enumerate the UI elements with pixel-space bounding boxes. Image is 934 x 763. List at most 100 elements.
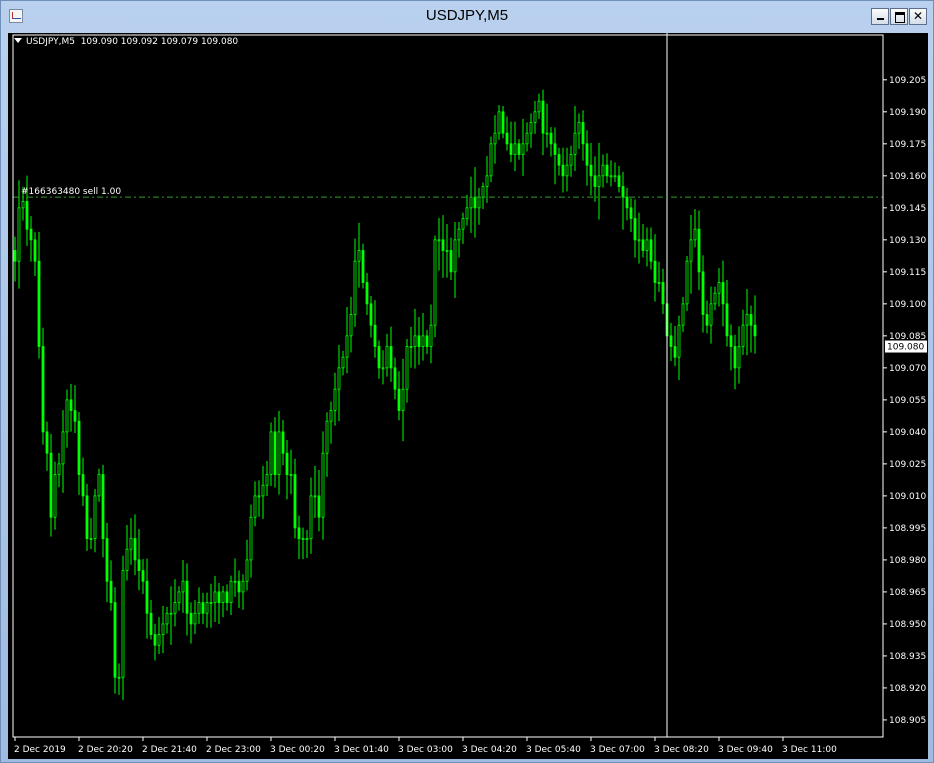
- candle-body[interactable]: [265, 474, 269, 486]
- candle-body[interactable]: [713, 292, 717, 305]
- chart-area[interactable]: #166363480 sell 1.00 109.205 109.190 109.1…: [8, 33, 928, 759]
- candle-body[interactable]: [257, 495, 261, 498]
- candle-body[interactable]: [493, 132, 497, 145]
- candle-body[interactable]: [301, 538, 305, 540]
- candle-body[interactable]: [93, 495, 97, 539]
- candle-body[interactable]: [597, 175, 601, 187]
- candle-body[interactable]: [173, 602, 177, 614]
- candle-body[interactable]: [553, 143, 557, 155]
- candle-body[interactable]: [289, 474, 293, 476]
- candle-body[interactable]: [245, 559, 249, 582]
- candle-body[interactable]: [17, 207, 21, 262]
- candle-body[interactable]: [97, 474, 101, 497]
- candle-body[interactable]: [321, 452, 325, 518]
- candle-body[interactable]: [69, 399, 73, 411]
- candle-body[interactable]: [657, 282, 661, 284]
- candle-body[interactable]: [525, 132, 529, 145]
- candle-body[interactable]: [573, 132, 577, 155]
- candle-body[interactable]: [569, 154, 573, 166]
- candle-body[interactable]: [117, 676, 121, 679]
- candle-body[interactable]: [533, 111, 537, 123]
- candle-body[interactable]: [205, 602, 209, 614]
- candle-body[interactable]: [201, 602, 205, 614]
- candle-body[interactable]: [361, 250, 365, 283]
- candle-body[interactable]: [469, 196, 473, 209]
- candle-body[interactable]: [581, 122, 585, 145]
- candle-body[interactable]: [73, 410, 77, 422]
- candle-body[interactable]: [109, 580, 113, 603]
- candle-body[interactable]: [129, 538, 133, 550]
- candle-body[interactable]: [741, 324, 745, 347]
- candle-body[interactable]: [621, 186, 625, 198]
- candle-body[interactable]: [273, 431, 277, 475]
- candle-body[interactable]: [677, 324, 681, 358]
- candle-body[interactable]: [385, 346, 389, 369]
- candle-body[interactable]: [293, 474, 297, 529]
- candle-body[interactable]: [733, 346, 737, 369]
- candle-body[interactable]: [541, 100, 545, 134]
- candle-body[interactable]: [557, 154, 561, 166]
- candle-body[interactable]: [325, 420, 329, 454]
- candle-body[interactable]: [673, 346, 677, 358]
- candle-body[interactable]: [37, 260, 41, 347]
- candle-body[interactable]: [497, 111, 501, 134]
- candle-body[interactable]: [445, 250, 449, 252]
- candle-body[interactable]: [417, 335, 421, 347]
- candle-body[interactable]: [137, 559, 141, 571]
- candle-body[interactable]: [393, 367, 397, 390]
- candle-body[interactable]: [441, 239, 445, 251]
- candle-body[interactable]: [57, 463, 61, 475]
- candle-body[interactable]: [233, 580, 237, 583]
- candle-body[interactable]: [389, 346, 393, 369]
- candle-body[interactable]: [77, 420, 81, 475]
- candle-body[interactable]: [21, 201, 25, 209]
- candle-body[interactable]: [637, 239, 641, 242]
- candle-body[interactable]: [737, 346, 741, 369]
- candle-body[interactable]: [633, 218, 637, 241]
- candle-body[interactable]: [593, 175, 597, 187]
- candle-body[interactable]: [225, 591, 229, 603]
- candle-body[interactable]: [465, 207, 469, 219]
- candle-body[interactable]: [421, 335, 425, 347]
- candle-body[interactable]: [61, 431, 65, 465]
- candle-body[interactable]: [113, 602, 117, 678]
- dropdown-triangle-icon[interactable]: [14, 38, 22, 43]
- candle-body[interactable]: [53, 474, 57, 518]
- candle-body[interactable]: [281, 431, 285, 454]
- candle-body[interactable]: [29, 228, 33, 241]
- candle-body[interactable]: [725, 303, 729, 337]
- candle-body[interactable]: [517, 143, 521, 155]
- candle-body[interactable]: [617, 175, 621, 187]
- candle-body[interactable]: [345, 335, 349, 358]
- candle-body[interactable]: [81, 474, 85, 497]
- candle-body[interactable]: [249, 516, 253, 561]
- candle-body[interactable]: [649, 239, 653, 262]
- candle-body[interactable]: [373, 324, 377, 347]
- candle-body[interactable]: [25, 201, 29, 230]
- candle-body[interactable]: [309, 495, 313, 539]
- candle-body[interactable]: [377, 346, 381, 369]
- candle-body[interactable]: [521, 143, 525, 155]
- candle-body[interactable]: [333, 388, 337, 411]
- candle-body[interactable]: [189, 612, 193, 625]
- candle-body[interactable]: [457, 228, 461, 241]
- candle-body[interactable]: [753, 324, 757, 337]
- close-button[interactable]: ✕: [909, 8, 927, 25]
- candle-body[interactable]: [605, 164, 609, 177]
- candle-body[interactable]: [169, 612, 173, 615]
- candle-body[interactable]: [401, 388, 405, 411]
- candle-body[interactable]: [669, 335, 673, 347]
- candle-body[interactable]: [313, 495, 317, 498]
- candle-body[interactable]: [125, 548, 129, 571]
- candle-body[interactable]: [165, 612, 169, 625]
- candle-body[interactable]: [13, 250, 17, 262]
- candle-body[interactable]: [685, 260, 689, 305]
- candle-body[interactable]: [501, 111, 505, 134]
- candle-body[interactable]: [253, 495, 257, 518]
- candle-body[interactable]: [45, 431, 49, 454]
- candle-body[interactable]: [477, 196, 481, 209]
- candle-body[interactable]: [709, 303, 713, 326]
- candle-body[interactable]: [329, 410, 333, 422]
- candle-body[interactable]: [433, 239, 437, 326]
- candle-body[interactable]: [261, 484, 265, 497]
